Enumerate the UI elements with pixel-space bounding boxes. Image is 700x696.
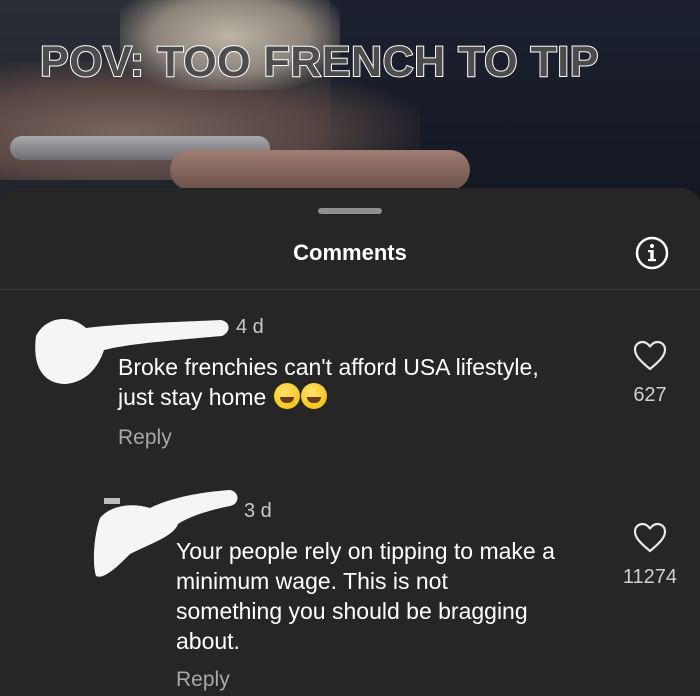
like-count: 627 — [633, 384, 667, 406]
comment-time: 3 d — [244, 500, 272, 522]
heart-icon[interactable] — [633, 522, 667, 554]
laughing-emoji-icon — [273, 383, 300, 409]
comment-text-line: something you should be bragging — [176, 598, 528, 624]
comment-text-line: about. — [176, 628, 240, 654]
drag-handle[interactable] — [318, 208, 382, 214]
header-divider — [0, 289, 700, 290]
comments-sheet: Comments 4 d Broke frenchies can't affor… — [0, 188, 700, 696]
comment-text-line: Your people rely on tipping to make a — [176, 538, 555, 564]
comment-text-line: minimum wage. This is not — [176, 568, 448, 594]
comment-text: Your people rely on tipping to make a mi… — [176, 536, 555, 656]
like-count: 11274 — [622, 566, 678, 588]
comments-title: Comments — [293, 240, 407, 265]
video-caption: POV: TOO FRENCH TO TIP — [39, 37, 599, 87]
video-arm — [170, 150, 470, 190]
info-circle-icon[interactable] — [635, 236, 669, 270]
comment-text: Broke frenchies can't afford USA lifesty… — [118, 352, 539, 412]
video-background: POV: TOO FRENCH TO TIP — [0, 0, 700, 200]
laughing-emoji-icon — [300, 383, 327, 409]
comment-time: 4 d — [236, 316, 264, 338]
reply-button[interactable]: Reply — [118, 426, 172, 450]
laughing-emoji — [273, 383, 327, 410]
comment-text-line-last: just stay home — [118, 382, 539, 412]
comment-text-line: Broke frenchies can't afford USA lifesty… — [118, 354, 539, 380]
reply-button[interactable]: Reply — [176, 668, 230, 692]
comment-text-span: just stay home — [118, 384, 267, 410]
heart-icon[interactable] — [633, 340, 667, 372]
